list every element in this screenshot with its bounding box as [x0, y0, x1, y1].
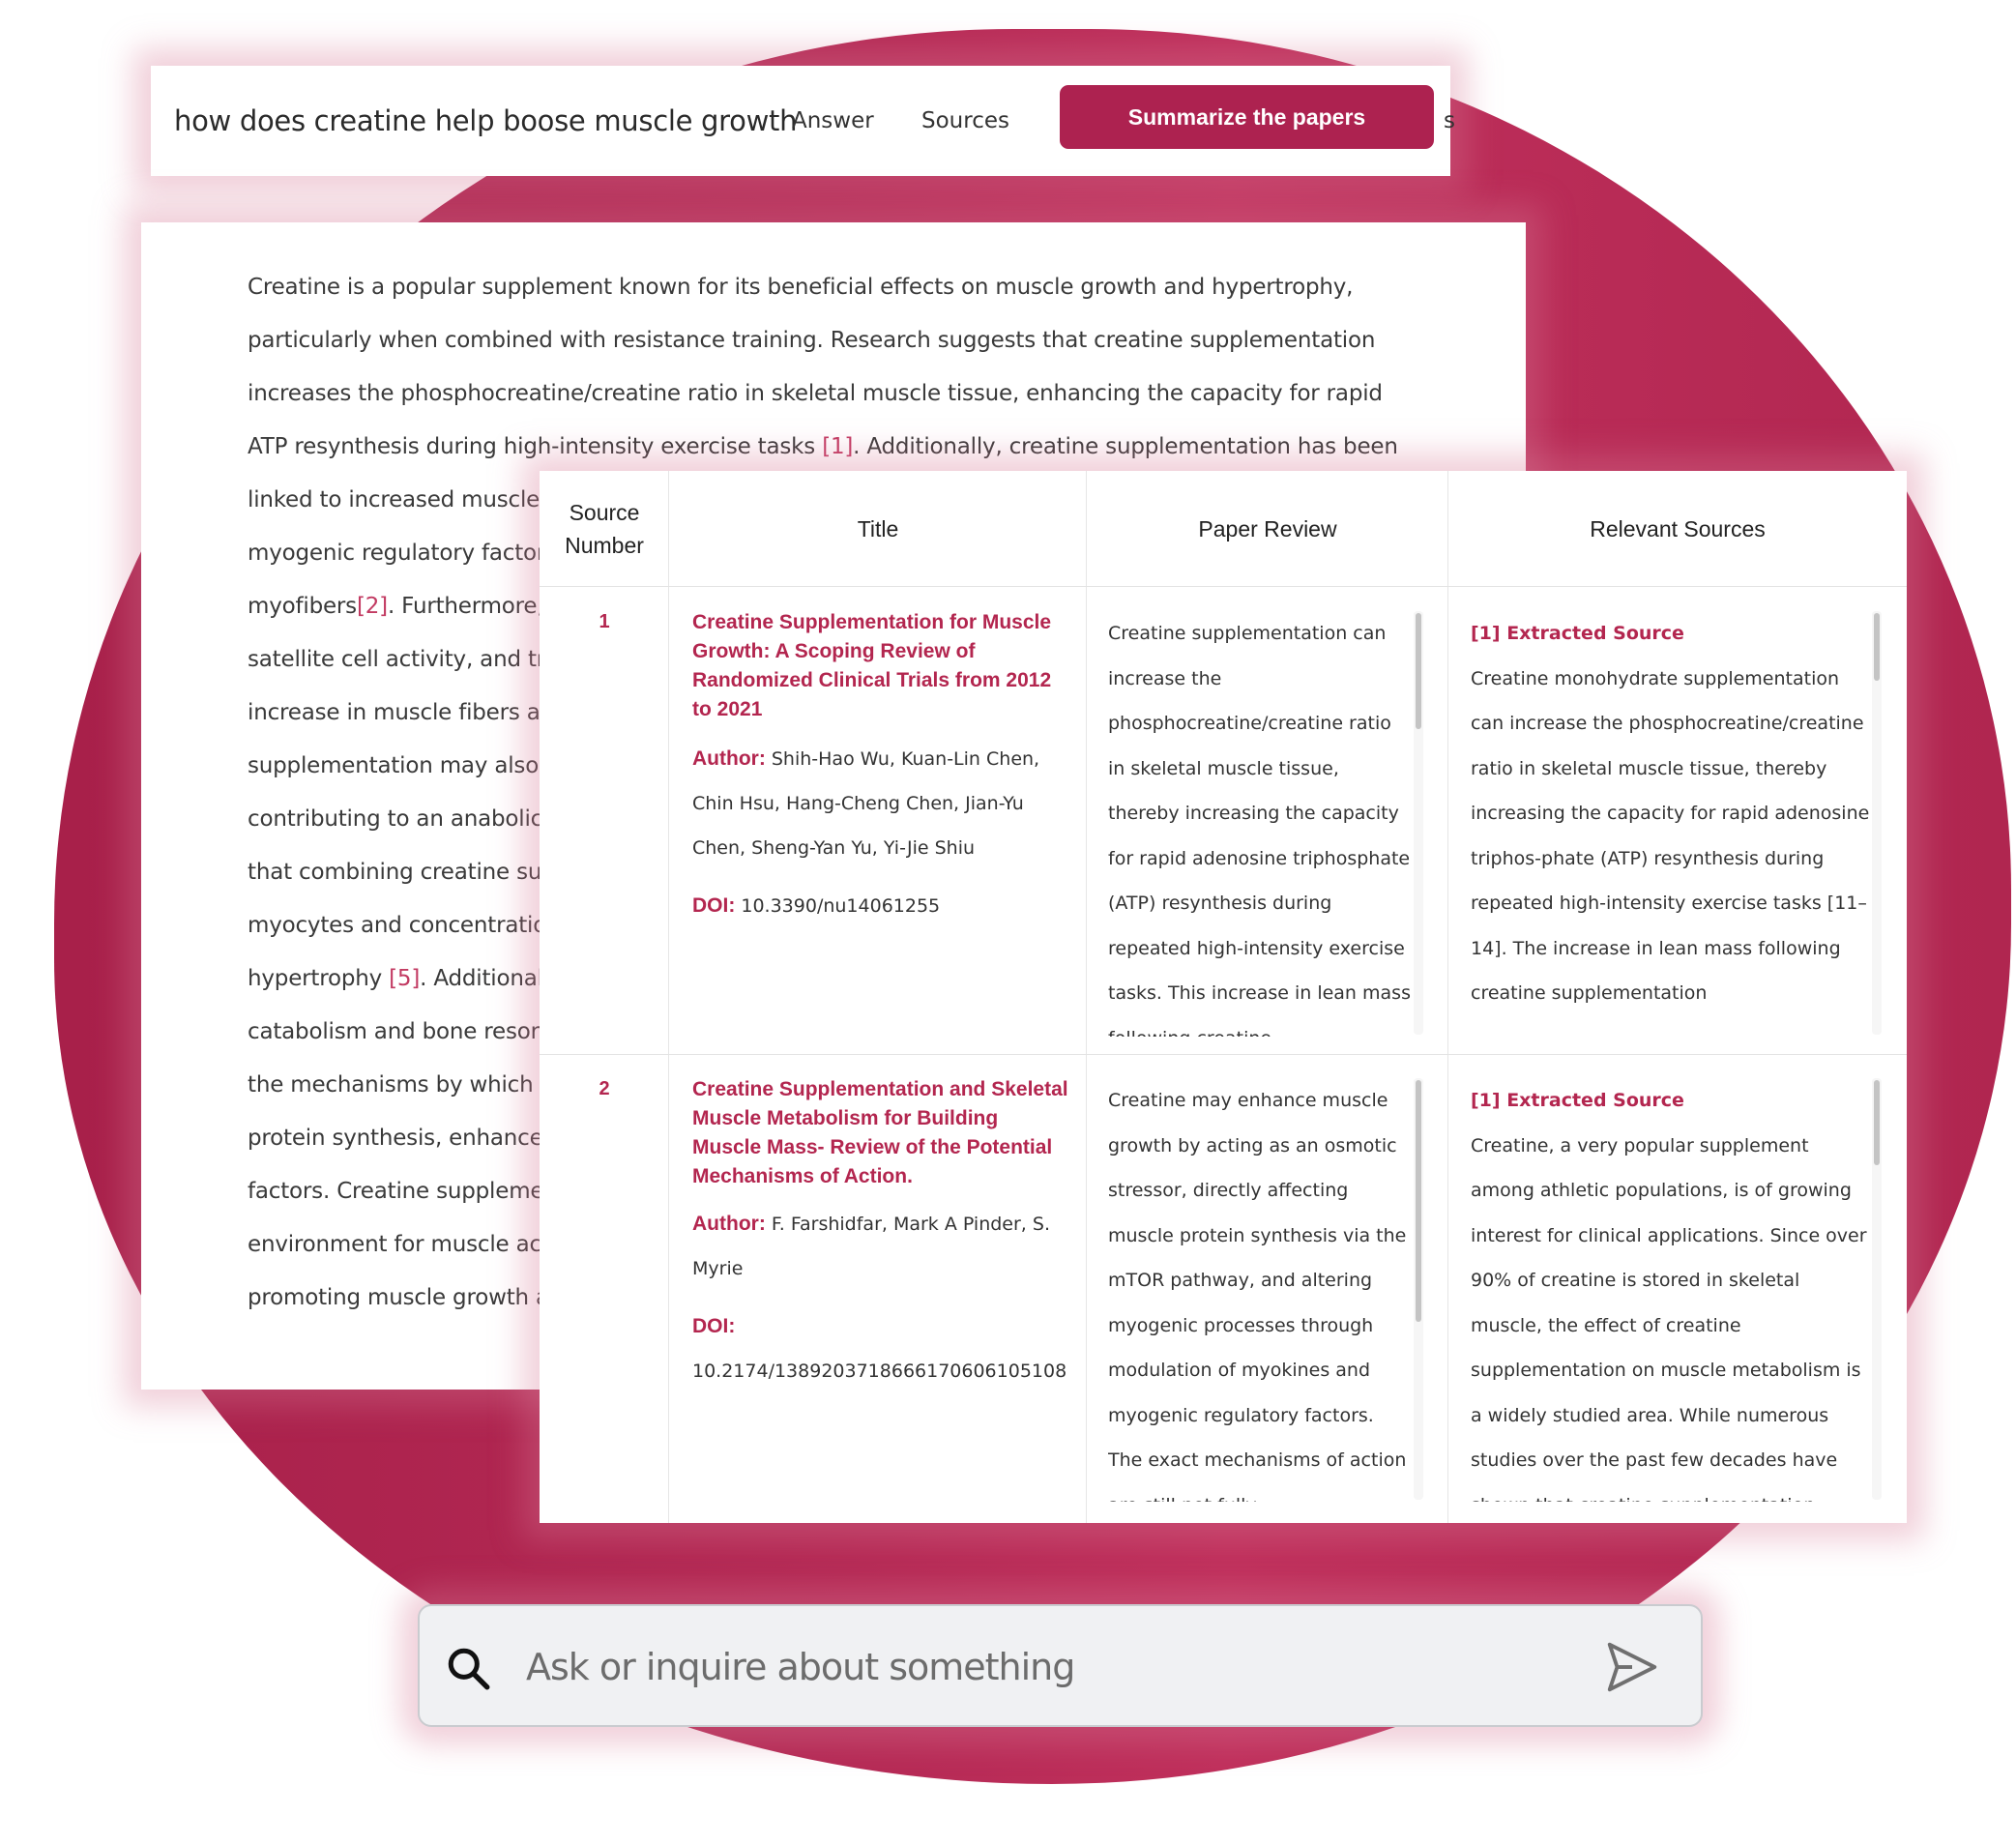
answer-line-text: myogenic regulatory factor	[248, 541, 546, 566]
extracted-source-text: Creatine monohydrate supplementation can…	[1471, 667, 1870, 1005]
answer-line: factors. Creatine suppleme	[248, 1165, 547, 1218]
header-title: Title	[857, 515, 899, 541]
answer-line: increase in muscle fibers ar	[248, 687, 547, 740]
answer-line-text: the mechanisms by which c	[248, 1072, 547, 1098]
paper-review-text: Creatine may enhance muscle growth by ac…	[1108, 1090, 1407, 1502]
answer-line-text: particularly when combined with resistan…	[248, 328, 1376, 353]
doi-label: DOI:	[692, 1315, 736, 1337]
answer-line: protein synthesis, enhance	[248, 1112, 547, 1165]
source-number: 1	[599, 611, 610, 632]
answer-line: environment for muscle acc	[248, 1218, 547, 1272]
answer-line: contributing to an anabolic	[248, 793, 547, 846]
answer-line-text: hypertrophy	[248, 966, 390, 991]
citation-link[interactable]: [2]	[357, 594, 388, 619]
answer-line: Creatine is a popular supplement known f…	[248, 261, 1408, 314]
answer-line-text: . Furthermore,	[387, 594, 544, 619]
summarize-papers-button[interactable]: Summarize the papers	[1060, 85, 1434, 149]
citation-link[interactable]: [1]	[822, 434, 853, 459]
answer-line-text: increase in muscle fibers ar	[248, 700, 547, 725]
doi-value[interactable]: 10.2174/1389203718666170606105108	[692, 1349, 1066, 1393]
query-bar: how does creatine help boose muscle grow…	[151, 66, 1455, 176]
source-scrollbar[interactable]	[1872, 611, 1882, 1035]
query-text: how does creatine help boose muscle grow…	[174, 104, 798, 137]
answer-line: myofibers[2]. Furthermore,	[248, 580, 547, 633]
review-scrollbar[interactable]	[1414, 1078, 1423, 1500]
answer-line-text: catabolism and bone resorp	[248, 1019, 547, 1044]
review-scrollbar[interactable]	[1414, 611, 1423, 1035]
answer-line: hypertrophy [5]. Additionall	[248, 952, 547, 1006]
source-scrollbar[interactable]	[1872, 1078, 1882, 1500]
scrollbar-thumb[interactable]	[1416, 1080, 1421, 1322]
search-icon	[448, 1648, 490, 1690]
answer-line-text: promoting muscle growth a	[248, 1285, 547, 1310]
paper-title-link[interactable]: Creatine Supplementation for Muscle Grow…	[692, 608, 1069, 724]
answer-line: ATP resynthesis during high-intensity ex…	[248, 421, 1408, 474]
sources-table: Source Number Title Paper Review Relevan…	[540, 471, 1907, 1523]
answer-line: that combining creatine su	[248, 846, 547, 899]
ask-bar	[418, 1604, 1703, 1727]
scrollbar-thumb[interactable]	[1416, 613, 1421, 729]
answer-line-text: that combining creatine su	[248, 860, 542, 885]
relevant-source-cell: [1] Extracted Source Creatine, a very po…	[1471, 1078, 1877, 1502]
doi-label: DOI:	[692, 894, 736, 917]
truncated-nav-item[interactable]: s	[1444, 108, 1455, 133]
answer-line-text: . Additionally, creatine supplementation…	[853, 434, 1398, 459]
author-label: Author:	[692, 1213, 766, 1235]
answer-line-text: contributing to an anabolic	[248, 806, 543, 832]
relevant-source-cell: [1] Extracted Source Creatine monohydrat…	[1471, 611, 1877, 1037]
header-relevant-sources: Relevant Sources	[1590, 515, 1766, 541]
paper-title-link[interactable]: Creatine Supplementation and Skeletal Mu…	[692, 1075, 1069, 1191]
answer-line-text: environment for muscle acc	[248, 1232, 547, 1257]
scrollbar-thumb[interactable]	[1874, 613, 1880, 681]
tab-answer[interactable]: Answer	[792, 108, 874, 133]
answer-line-text: myocytes and concentratio	[248, 913, 547, 938]
answer-line: supplementation may also i	[248, 740, 547, 793]
doi-value[interactable]: 10.3390/nu14061255	[741, 895, 940, 917]
paper-doi: DOI: 10.3390/nu14061255	[692, 884, 1069, 928]
answer-line: myocytes and concentratio	[248, 899, 547, 952]
author-label: Author:	[692, 747, 766, 770]
extracted-source-link[interactable]: [1] Extracted Source	[1471, 1078, 1877, 1124]
row-divider	[540, 1054, 1907, 1055]
paper-doi: DOI: 10.2174/1389203718666170606105108	[692, 1304, 1066, 1393]
paper-authors: Author: F. Farshidfar, Mark A Pinder, S.…	[692, 1202, 1069, 1291]
answer-line: promoting muscle growth a	[248, 1272, 547, 1325]
answer-line-text: supplementation may also i	[248, 753, 547, 778]
answer-line: myogenic regulatory factor	[248, 527, 547, 580]
citation-link[interactable]: [5]	[389, 966, 420, 991]
answer-line-text: linked to increased muscle	[248, 487, 541, 512]
answer-line-text: factors. Creatine suppleme	[248, 1179, 544, 1204]
paper-authors: Author: Shih-Hao Wu, Kuan-Lin Chen, Chin…	[692, 737, 1069, 870]
answer-line: satellite cell activity, and tra	[248, 633, 547, 687]
answer-line-text: satellite cell activity, and tra	[248, 647, 547, 672]
tab-sources[interactable]: Sources	[921, 108, 1009, 133]
answer-line-text: increases the phosphocreatine/creatine r…	[248, 381, 1383, 406]
answer-line: the mechanisms by which c	[248, 1059, 547, 1112]
header-paper-review: Paper Review	[1198, 515, 1337, 541]
scrollbar-thumb[interactable]	[1874, 1080, 1880, 1165]
paper-review-text: Creatine supplementation can increase th…	[1108, 623, 1411, 1037]
answer-line: catabolism and bone resorp	[248, 1006, 547, 1059]
send-icon[interactable]	[1602, 1637, 1662, 1697]
answer-line-text: ATP resynthesis during high-intensity ex…	[248, 434, 823, 459]
answer-line-text: Creatine is a popular supplement known f…	[248, 275, 1354, 300]
answer-line-text: myofibers	[248, 594, 357, 619]
header-source-number: Source Number	[565, 499, 644, 558]
answer-line-text: protein synthesis, enhance	[248, 1126, 543, 1151]
answer-line-text: . Additionall	[420, 966, 547, 991]
answer-line: linked to increased muscle	[248, 474, 547, 527]
ask-input[interactable]	[524, 1635, 1495, 1699]
extracted-source-link[interactable]: [1] Extracted Source	[1471, 611, 1877, 657]
answer-line: particularly when combined with resistan…	[248, 314, 1408, 367]
answer-line: increases the phosphocreatine/creatine r…	[248, 367, 1408, 421]
header-divider	[540, 586, 1907, 587]
extracted-source-text: Creatine, a very popular supplement amon…	[1471, 1134, 1867, 1503]
source-number: 2	[599, 1078, 610, 1099]
